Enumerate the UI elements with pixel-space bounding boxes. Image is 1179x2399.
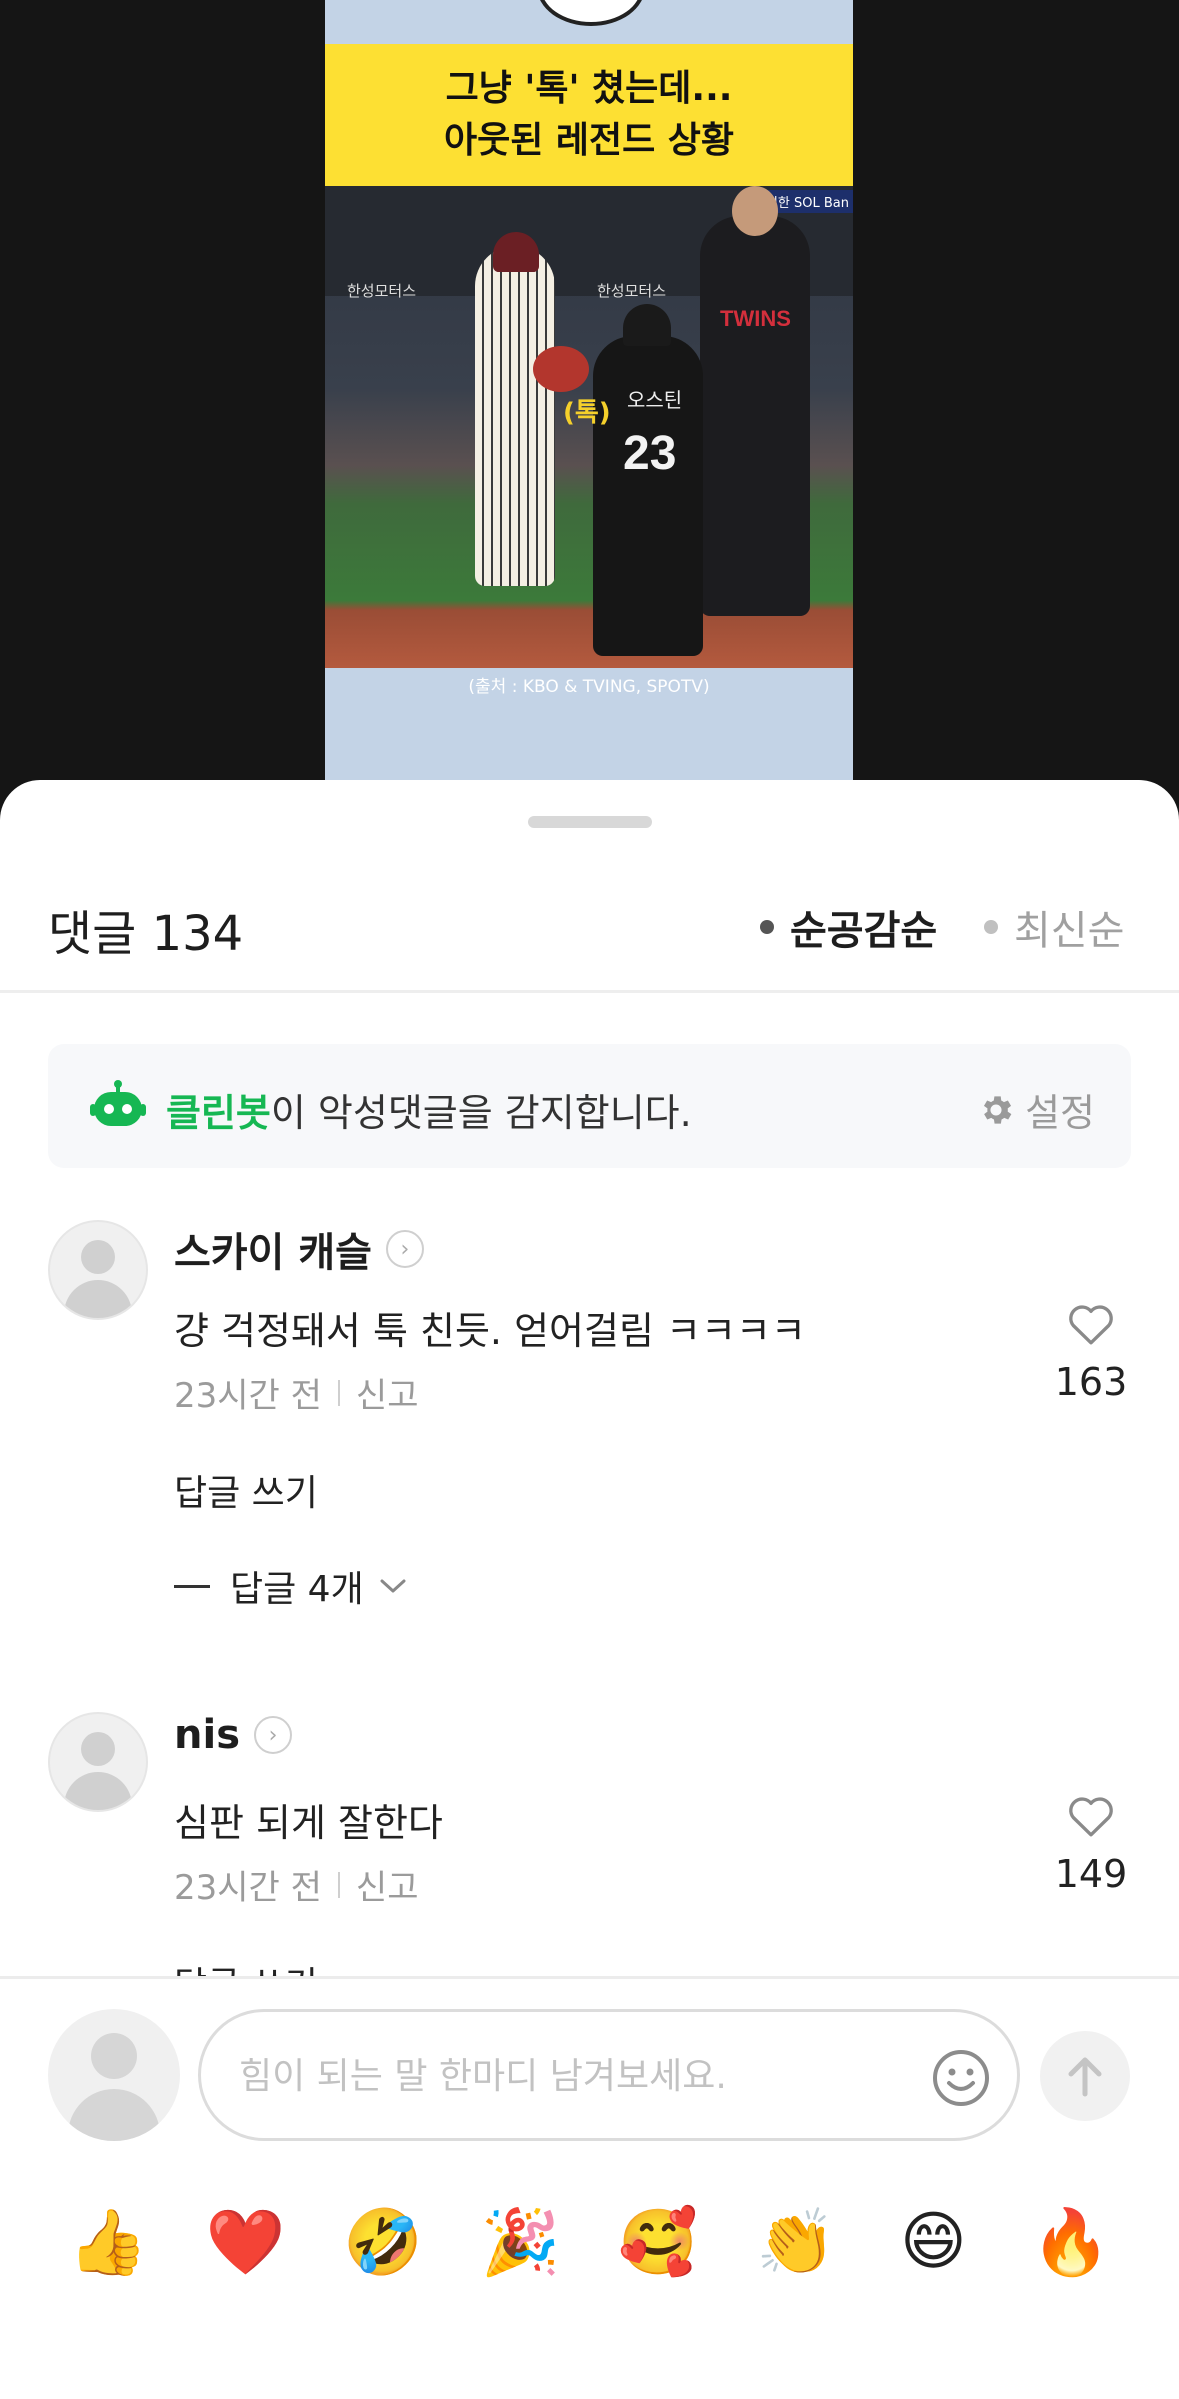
like-button[interactable]: 163 (1051, 1300, 1131, 1404)
report-link[interactable]: 신고 (356, 1860, 419, 1909)
party-popper-emoji[interactable]: 🎉 (461, 2197, 581, 2287)
comment-meta: 23시간 전 신고 (174, 1860, 418, 1909)
comment-time: 23시간 전 (174, 1376, 322, 1416)
smiley-icon[interactable] (931, 2048, 991, 2108)
sort-by-recent[interactable]: 최신순 (984, 898, 1124, 956)
chevron-right-icon: › (254, 1716, 292, 1754)
avatar-head (91, 2033, 137, 2079)
replies-dash (174, 1584, 210, 1588)
comment-meta: 23시간 전 신고 (174, 1368, 418, 1417)
ad-sign-left: 한성모터스 (347, 282, 417, 300)
report-link[interactable]: 신고 (356, 1368, 419, 1417)
baseball-graphic (537, 0, 645, 26)
grinning-emoji[interactable]: 😄 (873, 2197, 993, 2287)
like-count: 149 (1054, 1852, 1128, 1896)
avatar[interactable] (48, 1712, 148, 1812)
like-count: 163 (1054, 1360, 1128, 1404)
write-reply-button[interactable]: 답글 쓰기 (174, 1464, 318, 1516)
comment-text: 심판 되게 잘한다 (174, 1801, 443, 1845)
smiling-hearts-emoji[interactable]: 🥰 (598, 2197, 718, 2287)
sort-likes-label: 순공감순 (790, 908, 938, 954)
avatar-body (64, 1772, 132, 1810)
avatar-body (68, 2089, 160, 2141)
send-button[interactable] (1040, 2031, 1130, 2121)
video-source-credit: (출처 : KBO & TVING, SPOTV) (468, 677, 710, 697)
heart-icon (1069, 1797, 1113, 1837)
meta-separator (337, 1379, 340, 1406)
video-thumbnail[interactable]: 그냥 '톡' 쳤는데... 아웃된 레전드 상황 한성모터스 한성모터스 신한 … (325, 0, 853, 780)
comment-input[interactable] (237, 2042, 901, 2110)
fire-emoji[interactable]: 🔥 (1011, 2197, 1131, 2287)
clapping-emoji[interactable]: 👏 (736, 2197, 856, 2287)
comments-header: 댓글 134 순공감순 최신순 (0, 880, 1179, 970)
banner-line-2: 아웃된 레전드 상황 (443, 120, 735, 161)
head-shape (732, 186, 778, 236)
helmet-shape (493, 232, 539, 272)
like-button[interactable]: 149 (1051, 1792, 1131, 1896)
header-divider (0, 990, 1179, 993)
meta-separator (337, 1871, 340, 1898)
chevron-right-icon: › (385, 1230, 424, 1268)
comment-input-bar: 👍 ❤️ 🤣 🎉 🥰 👏 😄 🔥 (0, 1976, 1179, 2399)
sort-dot (984, 920, 998, 934)
cleanbot-settings-button[interactable]: 설정 (977, 1082, 1095, 1137)
author-name: 스카이 캐슬 (174, 1230, 372, 1276)
comment-input-box[interactable] (198, 2009, 1020, 2141)
heart-emoji[interactable]: ❤️ (186, 2197, 306, 2287)
thumbs-up-emoji[interactable]: 👍 (48, 2197, 168, 2287)
cleanbot-robot-icon (90, 1080, 146, 1126)
gear-icon (984, 1095, 1012, 1124)
sort-recent-label: 최신순 (1014, 908, 1125, 954)
heart-icon (1069, 1305, 1113, 1345)
my-avatar (48, 2009, 180, 2141)
cleanbot-name: 클린봇 (166, 1091, 271, 1135)
comment-author[interactable]: nis › (174, 1712, 292, 1758)
replies-label: 답글 4개 (230, 1569, 364, 1610)
glove-shape (533, 346, 589, 392)
author-name: nis (174, 1712, 240, 1758)
jersey-number-text: 23 (623, 427, 677, 480)
pitcher-figure (700, 186, 810, 616)
quick-reactions: 👍 ❤️ 🤣 🎉 🥰 👏 😄 🔥 (48, 2197, 1131, 2287)
sort-by-likes[interactable]: 순공감순 (760, 898, 937, 956)
avatar-body (64, 1280, 132, 1318)
video-scene: 한성모터스 한성모터스 신한 SOL Ban TWINS 오스틴 23 (톡) (325, 186, 853, 668)
comment-time: 23시간 전 (174, 1868, 322, 1908)
jersey-name-text: 오스틴 (627, 388, 683, 412)
comment-author[interactable]: 스카이 캐슬 › (174, 1220, 424, 1278)
ad-sign-right: 한성모터스 (597, 282, 667, 300)
comment-text: 걍 걱정돼서 툭 친듯. 얻어걸림 ㅋㅋㅋㅋ (174, 1309, 806, 1353)
comments-count-title: 댓글 134 (48, 906, 244, 962)
chevron-down-icon (380, 1579, 406, 1593)
jersey-team-text: TWINS (720, 306, 791, 331)
cap-shape (623, 304, 671, 346)
video-caption: (톡) (563, 398, 611, 428)
video-title-banner: 그냥 '톡' 쳤는데... 아웃된 레전드 상황 (325, 44, 853, 186)
avatar[interactable] (48, 1220, 148, 1320)
settings-label: 설정 (1025, 1091, 1095, 1135)
sheet-drag-handle[interactable] (528, 816, 652, 828)
rofl-emoji[interactable]: 🤣 (323, 2197, 443, 2287)
banner-line-1: 그냥 '톡' 쳤는데... (445, 68, 733, 109)
avatar-head (81, 1732, 115, 1766)
cleanbot-banner: 클린봇이 악성댓글을 감지합니다. 설정 (48, 1044, 1131, 1168)
cleanbot-message: 클린봇이 악성댓글을 감지합니다. (166, 1082, 692, 1137)
batter-figure (475, 232, 555, 586)
avatar-head (81, 1240, 115, 1274)
view-replies-button[interactable]: 답글 4개 (174, 1560, 408, 1612)
sort-dot (760, 920, 774, 934)
cleanbot-text: 이 악성댓글을 감지합니다. (270, 1091, 692, 1135)
arrow-up-icon (1068, 2057, 1102, 2097)
